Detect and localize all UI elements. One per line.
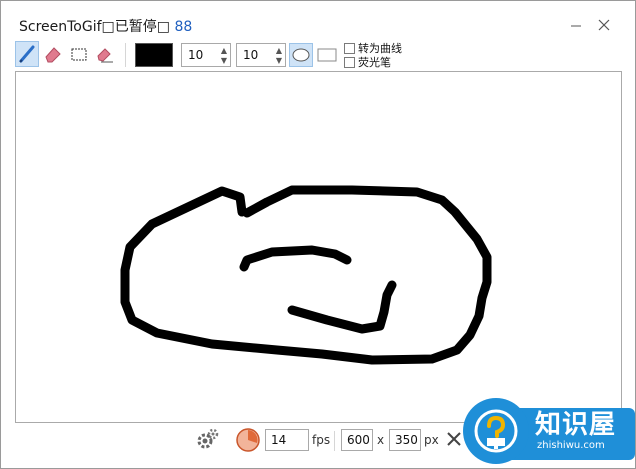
rectangle-tip-button[interactable]	[316, 43, 338, 67]
fps-input[interactable]: 14	[265, 429, 309, 451]
checkbox-box[interactable]	[344, 42, 355, 54]
drawn-stroke-inner-arc	[239, 245, 352, 272]
bottom-separator	[334, 431, 335, 451]
minimize-button[interactable]	[563, 13, 589, 37]
title-bar: ScreenToGif□已暂停□ 88	[1, 1, 635, 37]
highlighter-checkbox[interactable]: 荧光笔	[344, 54, 391, 70]
pen-height-value: 10	[243, 48, 259, 62]
rectangle-icon	[317, 48, 337, 62]
close-icon	[447, 432, 461, 446]
remove-all-tool-button[interactable]	[93, 41, 117, 67]
settings-button[interactable]	[196, 427, 220, 451]
ellipse-icon	[292, 48, 310, 62]
close-button[interactable]	[591, 13, 617, 37]
color-swatch[interactable]	[135, 43, 173, 67]
minimize-icon	[571, 25, 581, 27]
px-label: px	[424, 433, 439, 447]
capture-height-input[interactable]: 350	[389, 429, 421, 451]
record-button[interactable]	[235, 427, 261, 453]
pen-tool-button[interactable]	[15, 41, 39, 67]
record-timer-icon	[236, 428, 260, 452]
ellipse-tip-button[interactable]	[289, 43, 313, 67]
times-label: x	[377, 433, 385, 447]
highlighter-checkbox-label: 荧光笔	[358, 56, 391, 69]
freehand-drawing	[120, 185, 492, 365]
stepper-up-icon[interactable]: ▲	[276, 47, 282, 55]
watermark-logo: 知识屋 zhishiwu.com	[463, 394, 635, 468]
stepper-down-icon[interactable]: ▼	[276, 57, 282, 65]
capture-width-value: 600	[347, 433, 370, 447]
close-icon	[598, 19, 610, 31]
select-tool-button[interactable]	[67, 41, 91, 67]
screentogif-window: ScreenToGif□已暂停□ 88 10 ▲ ▼ 10 ▲ ▼ 转为曲线 荧…	[0, 0, 636, 469]
fps-label: fps	[312, 433, 331, 447]
pen-icon	[19, 45, 35, 63]
watermark-subtitle: zhishiwu.com	[537, 440, 605, 451]
fps-value: 14	[271, 433, 287, 447]
drawn-stroke-hook	[287, 280, 397, 334]
question-monitor-icon	[474, 409, 518, 453]
pen-height-stepper[interactable]: 10 ▲ ▼	[236, 43, 286, 67]
window-title: ScreenToGif□已暂停□ 88	[19, 16, 192, 36]
gears-icon	[197, 428, 219, 449]
watermark-title: 知识屋	[535, 410, 617, 440]
stepper-up-icon[interactable]: ▲	[221, 47, 227, 55]
capture-width-input[interactable]: 600	[341, 429, 373, 451]
frame-count: 88	[174, 19, 193, 35]
eraser-all-icon	[97, 48, 113, 63]
watermark-question-icon	[463, 398, 529, 464]
discard-button[interactable]	[444, 429, 464, 449]
pen-width-value: 10	[188, 48, 204, 62]
window-title-text: ScreenToGif□已暂停□	[19, 19, 170, 35]
eraser-icon	[45, 47, 61, 63]
drawn-stroke-outer-loop	[120, 185, 492, 365]
stepper-down-icon[interactable]: ▼	[221, 57, 227, 65]
drawing-canvas[interactable]	[15, 71, 622, 423]
capture-height-value: 350	[395, 433, 418, 447]
checkbox-box[interactable]	[344, 56, 355, 68]
pen-width-stepper[interactable]: 10 ▲ ▼	[181, 43, 231, 67]
eraser-tool-button[interactable]	[41, 41, 65, 67]
selection-rectangle-icon	[71, 48, 87, 61]
toolbar-separator	[125, 43, 126, 67]
